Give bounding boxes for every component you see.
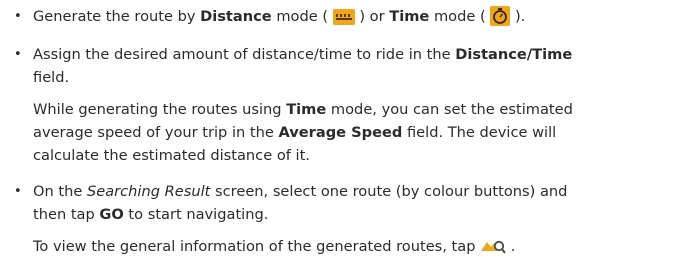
route-overview-icon xyxy=(480,237,506,255)
instruction-line: Generate the route by Distance mode ( ) … xyxy=(33,6,525,28)
average-speed-term: Average Speed xyxy=(278,124,403,141)
text: mode ( xyxy=(271,8,333,25)
note-line: To view the general information of the g… xyxy=(33,236,515,258)
instruction-line: On the Searching Result screen, select o… xyxy=(33,181,567,203)
time-term: Time xyxy=(532,46,573,63)
text: While generating the routes using xyxy=(33,101,287,118)
text: average speed of your trip in the xyxy=(33,124,279,141)
instruction-line: field. xyxy=(33,67,69,89)
bullet: • xyxy=(14,184,22,199)
note-line: While generating the routes using Time m… xyxy=(33,99,573,121)
distance-term: Distance xyxy=(455,46,527,63)
text: To view the general information of the g… xyxy=(33,238,481,255)
go-term: GO xyxy=(99,206,124,223)
instruction-line: Assign the desired amount of distance/ti… xyxy=(33,44,572,66)
time-term: Time xyxy=(389,8,430,25)
text: . xyxy=(506,238,516,255)
text: field. xyxy=(33,69,70,86)
text: Generate the route by xyxy=(33,8,201,25)
text: On the xyxy=(33,183,87,200)
text: then tap xyxy=(33,206,100,223)
text: Assign the desired amount of distance/ti… xyxy=(33,46,456,63)
text: field. The device will xyxy=(402,124,557,141)
text: mode, you can set the estimated xyxy=(326,101,573,118)
timer-icon xyxy=(490,6,511,26)
time-term: Time xyxy=(286,101,327,118)
text: to start navigating. xyxy=(123,206,269,223)
note-line: calculate the estimated distance of it. xyxy=(33,145,310,167)
text: ). xyxy=(510,8,526,25)
ruler-icon xyxy=(332,9,355,25)
text: ) or xyxy=(354,8,390,25)
text: mode ( xyxy=(429,8,491,25)
bullet: • xyxy=(14,9,22,24)
instruction-line: then tap GO to start navigating. xyxy=(33,204,268,226)
text: calculate the estimated distance of it. xyxy=(33,147,310,164)
text: screen, select one route (by colour butt… xyxy=(210,183,568,200)
screen-name: Searching Result xyxy=(86,183,211,200)
bullet: • xyxy=(14,47,22,62)
note-line: average speed of your trip in the Averag… xyxy=(33,122,556,144)
distance-term: Distance xyxy=(200,8,272,25)
